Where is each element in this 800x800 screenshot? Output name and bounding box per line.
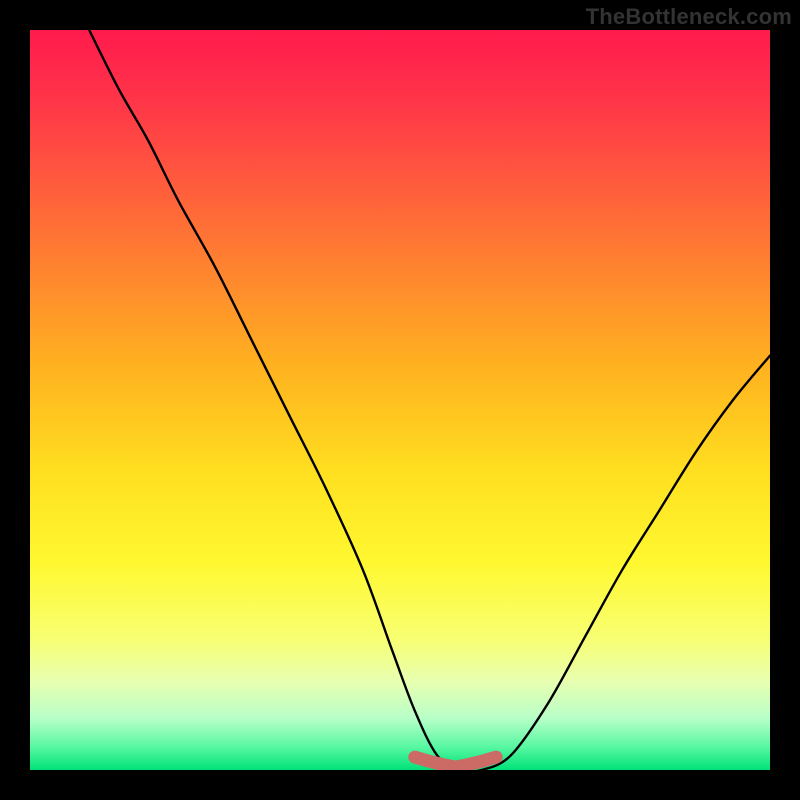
plot-area [30,30,770,770]
gradient-background [30,30,770,770]
bottleneck-chart [30,30,770,770]
watermark-text: TheBottleneck.com [586,4,792,30]
chart-frame: TheBottleneck.com [0,0,800,800]
